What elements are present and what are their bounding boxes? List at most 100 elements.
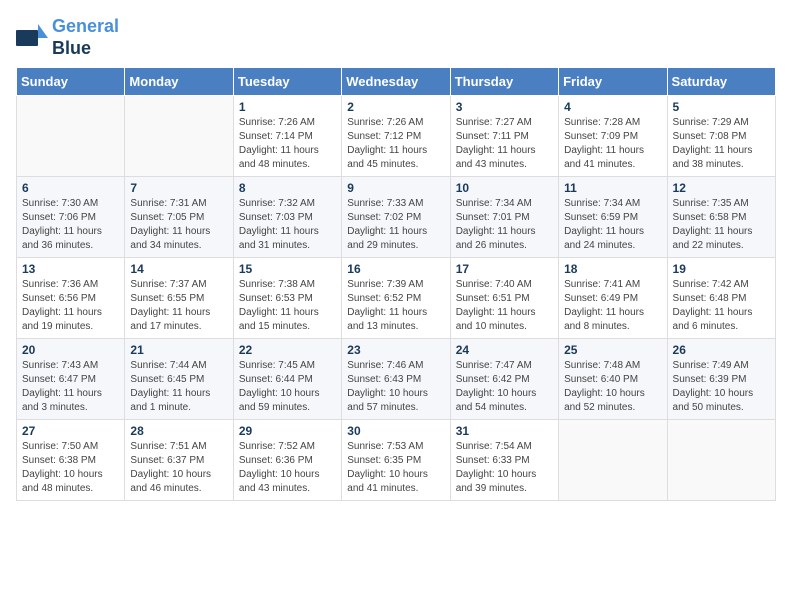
day-info: Sunrise: 7:40 AM Sunset: 6:51 PM Dayligh…: [456, 278, 553, 334]
calendar-cell: 25Sunrise: 7:48 AM Sunset: 6:40 PM Dayli…: [559, 339, 667, 420]
weekday-header: Sunday: [17, 68, 125, 96]
calendar-week-row: 20 Sunrise: 7:43 AM Sunset: 6:47 PM Dayli…: [17, 339, 776, 420]
calendar-cell: 11 Sunrise: 7:34 AM Sunset: 6:59 PM Dayli…: [559, 177, 667, 258]
day-number: 14: [130, 262, 227, 276]
day-number: 29: [239, 424, 336, 438]
calendar-week-row: 1 Sunrise: 7:26 AM Sunset: 7:14 PM Daylig…: [17, 96, 776, 177]
calendar-cell: 9Sunrise: 7:33 AM Sunset: 7:02 PM Daylig…: [342, 177, 450, 258]
day-info: Sunrise: 7:54 AM Sunset: 6:33 PM Dayligh…: [456, 440, 553, 496]
day-info: Sunrise: 7:47 AM Sunset: 6:42 PM Dayligh…: [456, 359, 553, 415]
day-number: 23: [347, 343, 444, 357]
day-number: 26: [673, 343, 770, 357]
day-info: Sunrise: 7:27 AM Sunset: 7:11 PM Dayligh…: [456, 116, 553, 172]
logo-text: General Blue: [52, 16, 119, 59]
day-number: 8: [239, 181, 336, 195]
calendar-table: SundayMondayTuesdayWednesdayThursdayFrid…: [16, 67, 776, 501]
day-number: 5: [673, 100, 770, 114]
day-info: Sunrise: 7:26 AM Sunset: 7:12 PM Dayligh…: [347, 116, 444, 172]
day-info: Sunrise: 7:26 AM Sunset: 7:14 PM Dayligh…: [239, 116, 336, 172]
day-number: 1: [239, 100, 336, 114]
day-number: 17: [456, 262, 553, 276]
day-number: 7: [130, 181, 227, 195]
day-number: 25: [564, 343, 661, 357]
calendar-cell: 20 Sunrise: 7:43 AM Sunset: 6:47 PM Dayli…: [17, 339, 125, 420]
calendar-cell: 31 Sunrise: 7:54 AM Sunset: 6:33 PM Dayli…: [450, 420, 558, 501]
day-info: Sunrise: 7:39 AM Sunset: 6:52 PM Dayligh…: [347, 278, 444, 334]
calendar-cell: 6 Sunrise: 7:30 AM Sunset: 7:06 PM Daylig…: [17, 177, 125, 258]
calendar-week-row: 6 Sunrise: 7:30 AM Sunset: 7:06 PM Daylig…: [17, 177, 776, 258]
calendar-cell: 28 Sunrise: 7:51 AM Sunset: 6:37 PM Dayli…: [125, 420, 233, 501]
day-info: Sunrise: 7:34 AM Sunset: 6:59 PM Dayligh…: [564, 197, 661, 253]
day-number: 6: [22, 181, 119, 195]
weekday-header: Wednesday: [342, 68, 450, 96]
day-info: Sunrise: 7:52 AM Sunset: 6:36 PM Dayligh…: [239, 440, 336, 496]
day-number: 24: [456, 343, 553, 357]
day-info: Sunrise: 7:44 AM Sunset: 6:45 PM Dayligh…: [130, 359, 227, 415]
day-info: Sunrise: 7:50 AM Sunset: 6:38 PM Dayligh…: [22, 440, 119, 496]
calendar-cell: 21 Sunrise: 7:44 AM Sunset: 6:45 PM Dayli…: [125, 339, 233, 420]
day-number: 30: [347, 424, 444, 438]
day-info: Sunrise: 7:32 AM Sunset: 7:03 PM Dayligh…: [239, 197, 336, 253]
calendar-week-row: 27 Sunrise: 7:50 AM Sunset: 6:38 PM Dayli…: [17, 420, 776, 501]
day-info: Sunrise: 7:49 AM Sunset: 6:39 PM Dayligh…: [673, 359, 770, 415]
calendar-cell: [667, 420, 775, 501]
day-number: 11: [564, 181, 661, 195]
calendar-cell: 24 Sunrise: 7:47 AM Sunset: 6:42 PM Dayli…: [450, 339, 558, 420]
calendar-cell: 15 Sunrise: 7:38 AM Sunset: 6:53 PM Dayli…: [233, 258, 341, 339]
day-number: 22: [239, 343, 336, 357]
calendar-cell: 14Sunrise: 7:37 AM Sunset: 6:55 PM Dayli…: [125, 258, 233, 339]
logo-icon: [16, 24, 48, 52]
weekday-header: Thursday: [450, 68, 558, 96]
day-info: Sunrise: 7:31 AM Sunset: 7:05 PM Dayligh…: [130, 197, 227, 253]
day-info: Sunrise: 7:34 AM Sunset: 7:01 PM Dayligh…: [456, 197, 553, 253]
day-number: 20: [22, 343, 119, 357]
day-info: Sunrise: 7:28 AM Sunset: 7:09 PM Dayligh…: [564, 116, 661, 172]
weekday-header: Tuesday: [233, 68, 341, 96]
calendar-cell: 2 Sunrise: 7:26 AM Sunset: 7:12 PM Daylig…: [342, 96, 450, 177]
day-number: 28: [130, 424, 227, 438]
logo: General Blue: [16, 16, 119, 59]
calendar-cell: 30 Sunrise: 7:53 AM Sunset: 6:35 PM Dayli…: [342, 420, 450, 501]
weekday-header: Saturday: [667, 68, 775, 96]
day-number: 15: [239, 262, 336, 276]
day-info: Sunrise: 7:38 AM Sunset: 6:53 PM Dayligh…: [239, 278, 336, 334]
weekday-header: Friday: [559, 68, 667, 96]
calendar-cell: 29 Sunrise: 7:52 AM Sunset: 6:36 PM Dayli…: [233, 420, 341, 501]
day-info: Sunrise: 7:36 AM Sunset: 6:56 PM Dayligh…: [22, 278, 119, 334]
day-number: 4: [564, 100, 661, 114]
day-info: Sunrise: 7:46 AM Sunset: 6:43 PM Dayligh…: [347, 359, 444, 415]
day-info: Sunrise: 7:45 AM Sunset: 6:44 PM Dayligh…: [239, 359, 336, 415]
calendar-cell: 4 Sunrise: 7:28 AM Sunset: 7:09 PM Daylig…: [559, 96, 667, 177]
page-header: General Blue: [16, 16, 776, 59]
calendar-week-row: 13 Sunrise: 7:36 AM Sunset: 6:56 PM Dayli…: [17, 258, 776, 339]
day-number: 31: [456, 424, 553, 438]
day-info: Sunrise: 7:41 AM Sunset: 6:49 PM Dayligh…: [564, 278, 661, 334]
day-info: Sunrise: 7:35 AM Sunset: 6:58 PM Dayligh…: [673, 197, 770, 253]
day-number: 21: [130, 343, 227, 357]
calendar-cell: 13 Sunrise: 7:36 AM Sunset: 6:56 PM Dayli…: [17, 258, 125, 339]
day-info: Sunrise: 7:53 AM Sunset: 6:35 PM Dayligh…: [347, 440, 444, 496]
calendar-cell: [559, 420, 667, 501]
day-number: 27: [22, 424, 119, 438]
calendar-cell: [17, 96, 125, 177]
day-number: 10: [456, 181, 553, 195]
calendar-cell: 23 Sunrise: 7:46 AM Sunset: 6:43 PM Dayli…: [342, 339, 450, 420]
calendar-cell: 16Sunrise: 7:39 AM Sunset: 6:52 PM Dayli…: [342, 258, 450, 339]
day-number: 19: [673, 262, 770, 276]
day-info: Sunrise: 7:51 AM Sunset: 6:37 PM Dayligh…: [130, 440, 227, 496]
day-info: Sunrise: 7:43 AM Sunset: 6:47 PM Dayligh…: [22, 359, 119, 415]
calendar-cell: 26 Sunrise: 7:49 AM Sunset: 6:39 PM Dayli…: [667, 339, 775, 420]
calendar-cell: 18Sunrise: 7:41 AM Sunset: 6:49 PM Dayli…: [559, 258, 667, 339]
calendar-cell: [125, 96, 233, 177]
day-number: 13: [22, 262, 119, 276]
day-number: 2: [347, 100, 444, 114]
day-info: Sunrise: 7:30 AM Sunset: 7:06 PM Dayligh…: [22, 197, 119, 253]
calendar-cell: 19Sunrise: 7:42 AM Sunset: 6:48 PM Dayli…: [667, 258, 775, 339]
calendar-cell: 1 Sunrise: 7:26 AM Sunset: 7:14 PM Daylig…: [233, 96, 341, 177]
weekday-header: Monday: [125, 68, 233, 96]
day-number: 3: [456, 100, 553, 114]
day-info: Sunrise: 7:29 AM Sunset: 7:08 PM Dayligh…: [673, 116, 770, 172]
calendar-cell: 22 Sunrise: 7:45 AM Sunset: 6:44 PM Dayli…: [233, 339, 341, 420]
day-info: Sunrise: 7:33 AM Sunset: 7:02 PM Dayligh…: [347, 197, 444, 253]
calendar-cell: 27 Sunrise: 7:50 AM Sunset: 6:38 PM Dayli…: [17, 420, 125, 501]
